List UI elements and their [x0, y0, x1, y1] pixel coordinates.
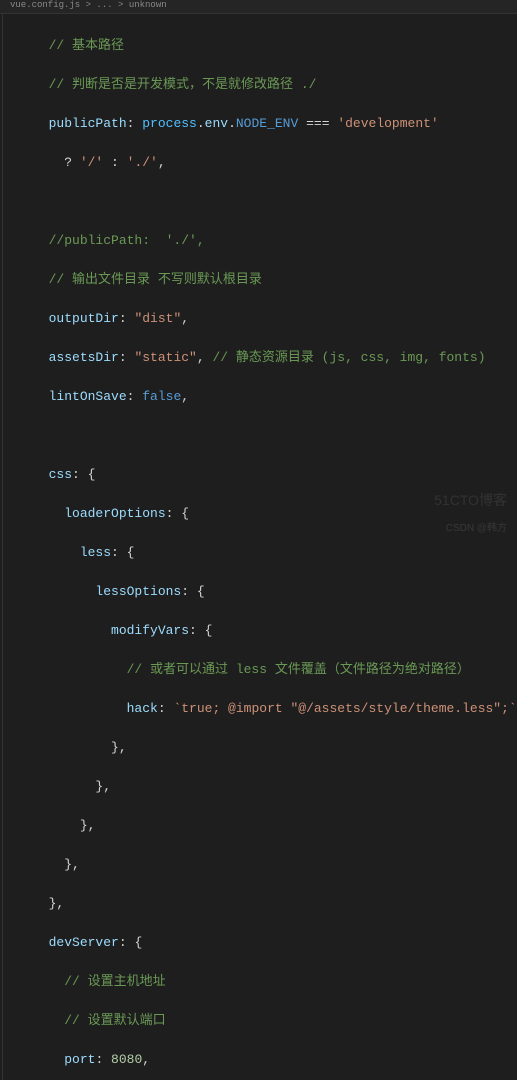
code-line: }, [33, 855, 517, 875]
tab-filename: vue.config.js > ... > unknown [10, 0, 167, 10]
code-line: // 基本路径 [33, 36, 517, 56]
code-line: }, [33, 777, 517, 797]
code-line: }, [33, 816, 517, 836]
code-line: outputDir: "dist", [33, 309, 517, 329]
code-line: ? '/' : './', [33, 153, 517, 173]
code-line: }, [33, 894, 517, 914]
code-line: // 设置主机地址 [33, 972, 517, 992]
code-line [33, 426, 517, 446]
watermark: 51CTO博客 [434, 490, 507, 510]
code-line: //publicPath: './', [33, 231, 517, 251]
code-line: less: { [33, 543, 517, 563]
code-editor[interactable]: // 基本路径 // 判断是否是开发模式，不是就修改路径 ./ publicPa… [2, 14, 517, 1080]
code-line: lessOptions: { [33, 582, 517, 602]
code-line: }, [33, 738, 517, 758]
code-line: assetsDir: "static", // 静态资源目录 (js, css,… [33, 348, 517, 368]
code-line: hack: `true; @import "@/assets/style/the… [33, 699, 517, 719]
code-line: // 判断是否是开发模式，不是就修改路径 ./ [33, 75, 517, 95]
code-line: // 输出文件目录 不写则默认根目录 [33, 270, 517, 290]
code-line: publicPath: process.env.NODE_ENV === 'de… [33, 114, 517, 134]
code-line [33, 192, 517, 212]
code-line: // 或者可以通过 less 文件覆盖（文件路径为绝对路径） [33, 660, 517, 680]
code-line: css: { [33, 465, 517, 485]
code-line: modifyVars: { [33, 621, 517, 641]
code-line: devServer: { [33, 933, 517, 953]
code-line: port: 8080, [33, 1050, 517, 1070]
code-line: // 设置默认端口 [33, 1011, 517, 1031]
code-line: lintOnSave: false, [33, 387, 517, 407]
watermark: CSDN @韩方 [446, 519, 507, 534]
tab-bar[interactable]: vue.config.js > ... > unknown [0, 0, 517, 14]
